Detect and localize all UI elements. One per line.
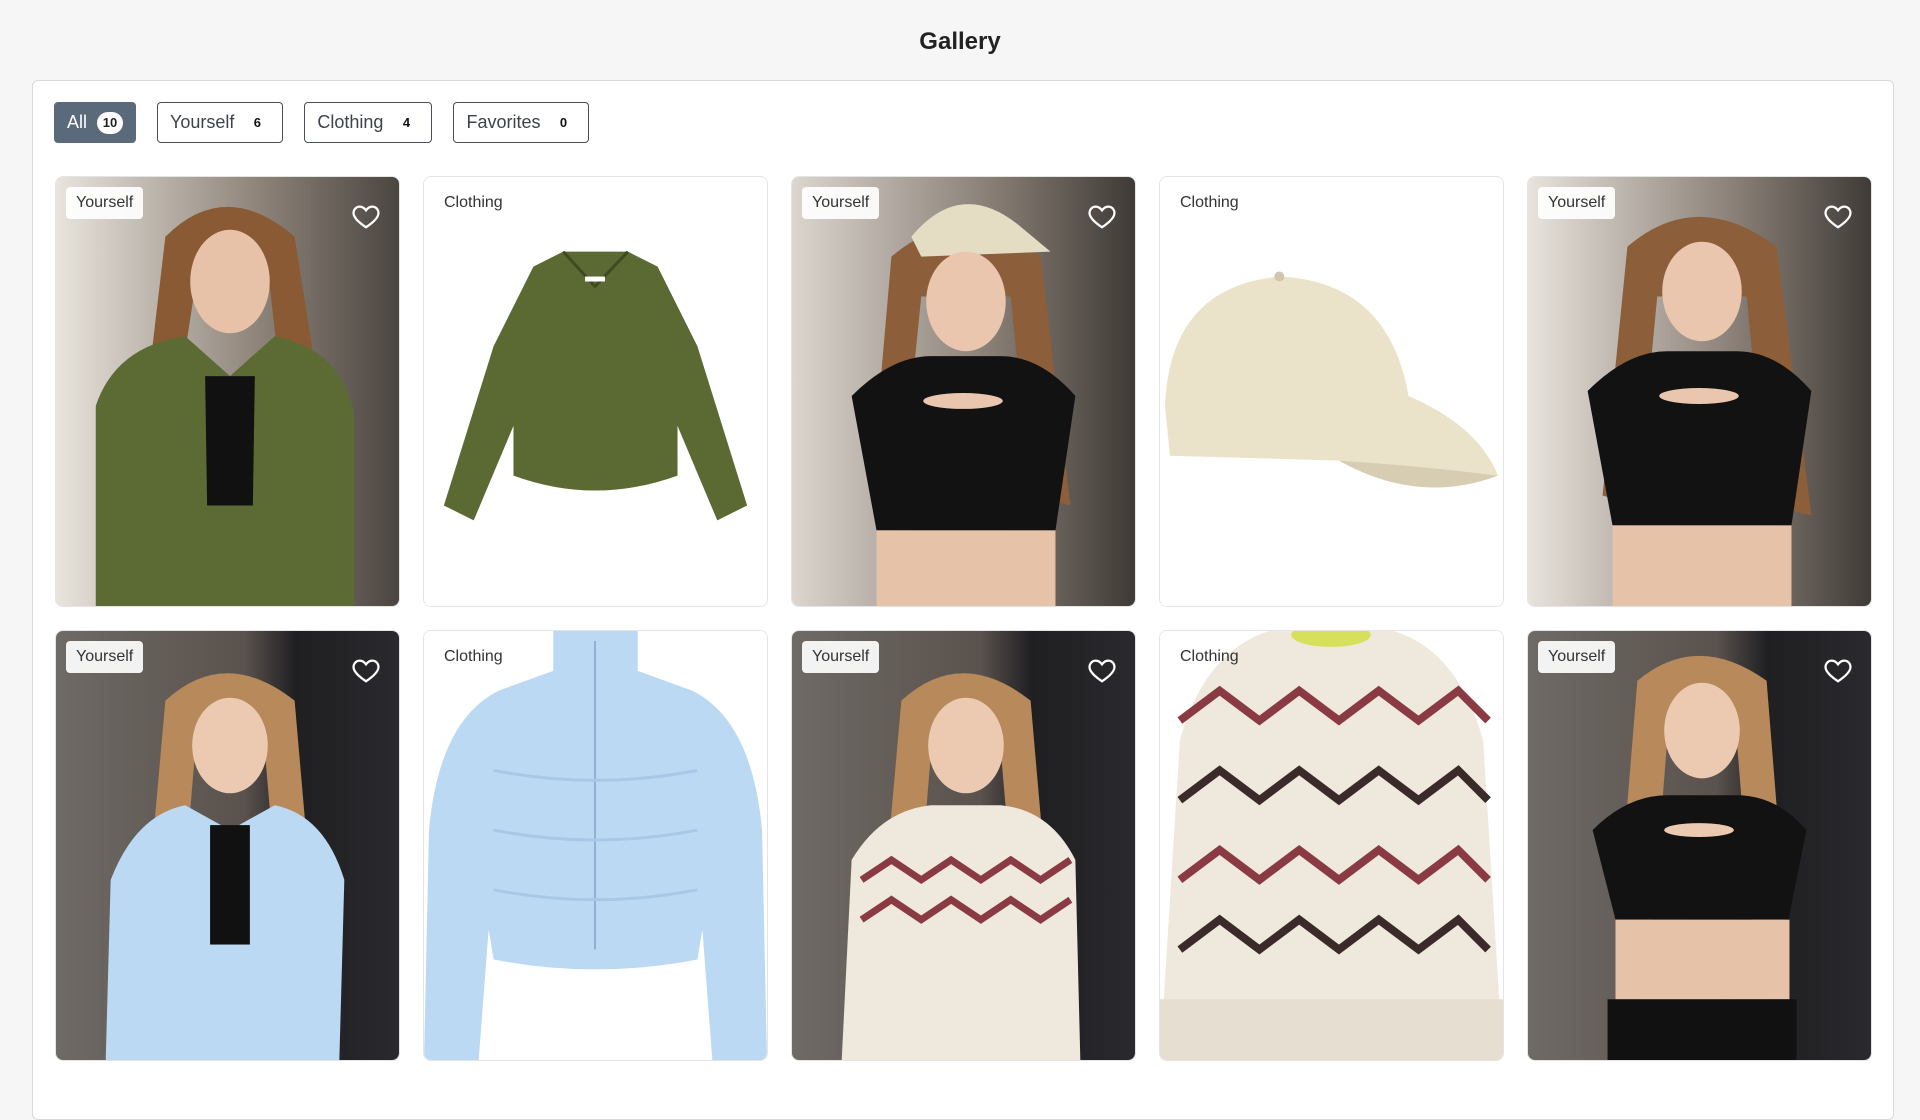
product-light-blue-puffer	[424, 631, 767, 1060]
filter-count-badge: 6	[253, 115, 262, 130]
photo-woman-puffer-jacket	[56, 631, 399, 1060]
gallery-panel: All 10 Yourself 6 Clothing 4 Favorites 0	[32, 80, 1894, 1120]
filter-yourself[interactable]: Yourself 6	[157, 102, 284, 143]
filter-label: All	[67, 112, 88, 132]
filter-label: Clothing	[317, 112, 384, 132]
gallery-card-photo[interactable]: Yourself	[55, 176, 400, 607]
product-beige-cap	[1160, 177, 1503, 606]
filter-favorites[interactable]: Favorites 0	[453, 102, 590, 143]
filter-label: Favorites	[466, 112, 541, 132]
heart-outline-icon[interactable]	[351, 655, 381, 685]
photo-woman-cap-crop-top	[792, 177, 1135, 606]
filter-count-badge: 10	[97, 111, 124, 134]
filter-count-badge: 4	[402, 115, 411, 130]
filter-clothing[interactable]: Clothing 4	[304, 102, 433, 143]
card-tag: Yourself	[66, 641, 144, 673]
photo-woman-black-crop-top-dark	[1528, 631, 1871, 1060]
gallery-card-product[interactable]: Clothing	[423, 176, 768, 607]
filter-label: Yourself	[170, 112, 235, 132]
card-tag: Yourself	[1538, 187, 1616, 219]
gallery-card-product[interactable]: Clothing	[423, 630, 768, 1061]
photo-woman-olive-jacket	[56, 177, 399, 606]
gallery-card-product[interactable]: Clothing	[1159, 176, 1504, 607]
gallery-card-photo[interactable]: Yourself	[1527, 630, 1872, 1061]
photo-woman-black-crop-top	[1528, 177, 1871, 606]
card-tag: Yourself	[66, 187, 144, 219]
heart-outline-icon[interactable]	[351, 201, 381, 231]
card-tag: Clothing	[1180, 194, 1239, 211]
card-tag: Yourself	[1538, 641, 1616, 673]
filter-all[interactable]: All 10	[54, 102, 137, 143]
gallery-card-photo[interactable]: Yourself	[791, 630, 1136, 1061]
heart-outline-icon[interactable]	[1087, 655, 1117, 685]
card-tag: Yourself	[802, 641, 880, 673]
heart-outline-icon[interactable]	[1823, 655, 1853, 685]
filter-count-badge: 0	[559, 115, 568, 130]
card-tag: Clothing	[444, 648, 503, 665]
heart-outline-icon[interactable]	[1823, 201, 1853, 231]
card-tag: Clothing	[444, 194, 503, 211]
product-olive-suede-jacket	[424, 177, 767, 606]
card-tag: Yourself	[802, 187, 880, 219]
heart-outline-icon[interactable]	[1087, 201, 1117, 231]
gallery-card-photo[interactable]: Yourself	[55, 630, 400, 1061]
photo-woman-knit-sweater	[792, 631, 1135, 1060]
page-title: Gallery	[919, 28, 1001, 55]
filter-bar: All 10 Yourself 6 Clothing 4 Favorites 0	[54, 102, 590, 143]
gallery-card-photo[interactable]: Yourself	[1527, 176, 1872, 607]
gallery-card-photo[interactable]: Yourself	[791, 176, 1136, 607]
product-knit-sweater	[1160, 631, 1503, 1060]
card-tag: Clothing	[1180, 648, 1239, 665]
gallery-card-product[interactable]: Clothing	[1159, 630, 1504, 1061]
